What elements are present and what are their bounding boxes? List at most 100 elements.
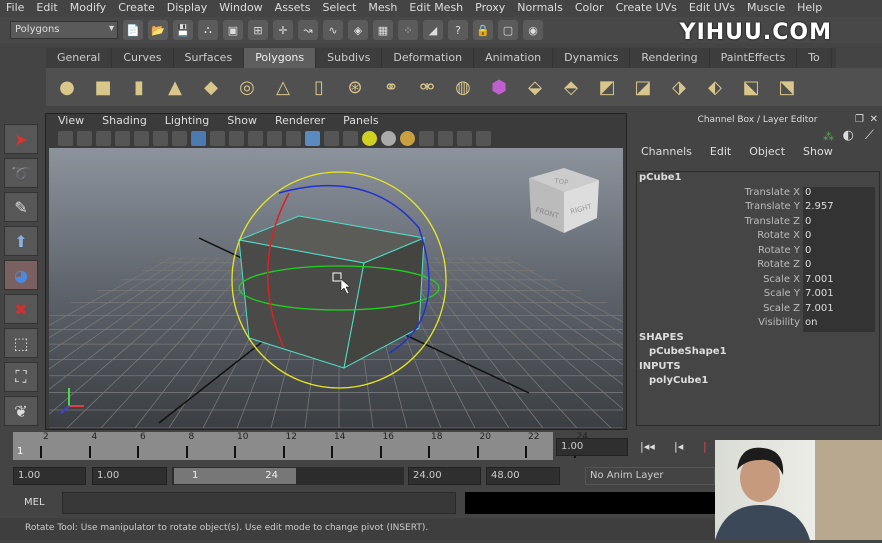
shelf-tab-painteffects[interactable]: PaintEffects <box>710 48 798 68</box>
channel-value[interactable]: 2.957 <box>803 201 875 216</box>
default-light-icon[interactable] <box>400 131 415 146</box>
save-scene-icon[interactable]: 💾 <box>173 20 193 40</box>
go-to-start-icon[interactable]: |◂◂ <box>640 440 655 453</box>
time-slider[interactable]: 1 2 4 6 8 10 12 14 16 18 20 22 24 <box>13 432 588 460</box>
film-gate-icon[interactable] <box>172 131 187 146</box>
channel-label[interactable]: Scale Y <box>637 288 803 303</box>
xray-joints-icon[interactable] <box>457 131 472 146</box>
channel-label[interactable]: Scale Z <box>637 303 803 318</box>
2d-pan-icon[interactable] <box>134 131 149 146</box>
close-icon[interactable]: ✕ <box>870 114 878 125</box>
resolution-gate-icon[interactable] <box>191 131 206 146</box>
bookmark-icon[interactable] <box>96 131 111 146</box>
channel-box-toggle-icon[interactable]: ⁂ <box>823 130 834 143</box>
channel-value[interactable]: 0 <box>803 230 875 245</box>
menu-file[interactable]: File <box>0 0 30 17</box>
menu-edit[interactable]: Edit <box>30 0 63 17</box>
channel-value[interactable]: 0 <box>803 215 875 230</box>
textured-icon[interactable] <box>343 131 358 146</box>
append-polygon-icon[interactable]: ◩ <box>592 72 622 102</box>
channel-value[interactable]: 0 <box>803 186 875 201</box>
anim-layer-dropdown[interactable]: No Anim Layer <box>585 467 715 485</box>
panel-menu-panels[interactable]: Panels <box>343 114 378 129</box>
channel-menu-show[interactable]: Show <box>803 145 833 158</box>
snap-surface-icon[interactable]: ◈ <box>348 20 368 40</box>
channel-value[interactable]: 7.001 <box>803 273 875 288</box>
channel-label[interactable]: Visibility <box>637 317 803 332</box>
snap-live-icon[interactable]: ⁘ <box>398 20 418 40</box>
step-back-icon[interactable]: |◂ <box>674 440 683 453</box>
panel-menu-shading[interactable]: Shading <box>102 114 147 129</box>
manipulator-tool-icon[interactable]: ⬚ <box>4 328 38 358</box>
poly-cylinder-icon[interactable]: ▮ <box>124 72 154 102</box>
poly-helix-icon[interactable]: ⊛ <box>340 72 370 102</box>
shelf-tab-polygons[interactable]: Polygons <box>244 48 317 68</box>
channel-menu-object[interactable]: Object <box>749 145 785 158</box>
menu-select[interactable]: Select <box>316 0 362 17</box>
xray-icon[interactable] <box>438 131 453 146</box>
render-icon[interactable]: ◉ <box>523 20 543 40</box>
menu-help[interactable]: Help <box>791 0 828 17</box>
animation-start-field[interactable]: 1.00 <box>13 467 86 485</box>
shape-node[interactable]: pCubeShape1 <box>637 346 879 361</box>
channel-value[interactable]: 7.001 <box>803 302 875 317</box>
paint-select-tool-icon[interactable]: ✎ <box>4 192 38 222</box>
menu-edit-mesh[interactable]: Edit Mesh <box>403 0 469 17</box>
new-scene-icon[interactable]: 📄 <box>123 20 143 40</box>
offset-edge-loop-icon[interactable]: ⬖ <box>700 72 730 102</box>
poly-plane-icon[interactable]: ◆ <box>196 72 226 102</box>
range-slider-handle[interactable]: 1 24 <box>174 468 296 484</box>
split-polygon-icon[interactable]: ◪ <box>628 72 658 102</box>
wireframe-icon[interactable] <box>286 131 301 146</box>
lock-icon[interactable]: 🔒 <box>473 20 493 40</box>
camera-attributes-icon[interactable] <box>77 131 92 146</box>
attribute-editor-toggle-icon[interactable]: ◐ <box>843 128 854 143</box>
channel-value[interactable]: 7.001 <box>803 288 875 303</box>
channel-label[interactable]: Translate X <box>637 187 803 202</box>
channel-label[interactable]: Rotate Y <box>637 245 803 260</box>
help-icon[interactable]: ? <box>448 20 468 40</box>
smooth-shade-icon[interactable] <box>305 131 320 146</box>
wireframe-on-shaded-icon[interactable] <box>324 131 339 146</box>
channel-menu-channels[interactable]: Channels <box>641 145 692 158</box>
object-name[interactable]: pCube1 <box>637 172 879 187</box>
menu-edit-uvs[interactable]: Edit UVs <box>683 0 741 17</box>
current-time-field[interactable]: 1.00 <box>556 438 628 456</box>
menu-window[interactable]: Window <box>213 0 268 17</box>
menu-create-uvs[interactable]: Create UVs <box>610 0 683 17</box>
field-chart-icon[interactable] <box>229 131 244 146</box>
menu-normals[interactable]: Normals <box>511 0 569 17</box>
panel-menu-view[interactable]: View <box>58 114 84 129</box>
shelf-tab-surfaces[interactable]: Surfaces <box>174 48 245 68</box>
move-tool-icon[interactable]: ⬆ <box>4 226 38 256</box>
channel-value[interactable]: 0 <box>803 244 875 259</box>
last-tool-icon[interactable]: ⛶ <box>4 362 38 392</box>
combine-icon[interactable]: ⚭ <box>376 72 406 102</box>
menuset-dropdown[interactable]: Polygons <box>10 21 118 39</box>
smooth-proxy-icon[interactable]: ⬢ <box>484 72 514 102</box>
channel-value[interactable]: 0 <box>803 259 875 274</box>
open-scene-icon[interactable]: 📂 <box>148 20 168 40</box>
poly-cube-icon[interactable]: ■ <box>88 72 118 102</box>
lighting-icon[interactable] <box>362 131 377 146</box>
view-cube[interactable]: TOP FRONT RIGHT <box>529 168 599 233</box>
snap-view-icon[interactable]: ▦ <box>373 20 393 40</box>
rotate-tool-icon[interactable]: ◕ <box>4 260 38 290</box>
command-line-input[interactable] <box>62 492 456 514</box>
soft-mod-tool-icon[interactable]: ❦ <box>4 396 38 426</box>
select-object-icon[interactable]: ▣ <box>223 20 243 40</box>
channel-label[interactable]: Rotate X <box>637 230 803 245</box>
menu-muscle[interactable]: Muscle <box>741 0 791 17</box>
playback-start-field[interactable]: 1.00 <box>92 467 167 485</box>
selection-highlight-icon[interactable]: ▢ <box>498 20 518 40</box>
menu-display[interactable]: Display <box>161 0 214 17</box>
panel-menu-lighting[interactable]: Lighting <box>165 114 209 129</box>
tool-settings-icon[interactable]: ⟋ <box>865 128 874 143</box>
image-plane-icon[interactable] <box>115 131 130 146</box>
safe-title-icon[interactable] <box>267 131 282 146</box>
select-hierarchy-icon[interactable]: ⛬ <box>198 20 218 40</box>
snap-curve-icon[interactable]: ↝ <box>298 20 318 40</box>
channel-label[interactable]: Translate Y <box>637 201 803 216</box>
shelf-tab-subdivs[interactable]: Subdivs <box>316 48 383 68</box>
bridge-icon[interactable]: ⬘ <box>556 72 586 102</box>
